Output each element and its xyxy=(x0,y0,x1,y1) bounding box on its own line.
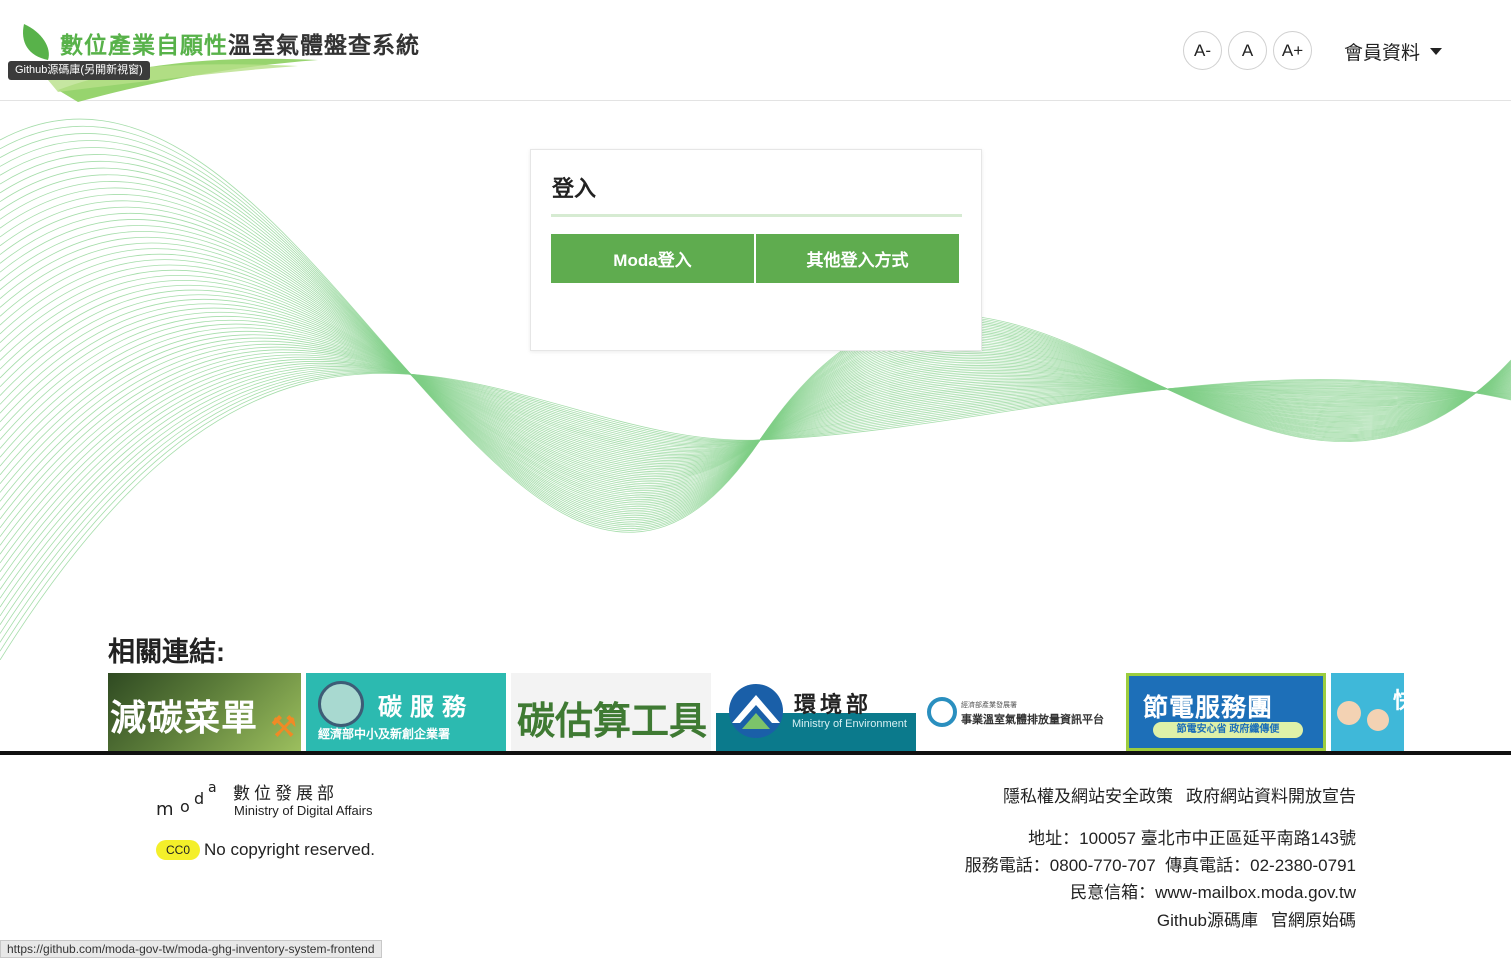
login-title: 登入 xyxy=(552,176,597,201)
github-tooltip: Github源碼庫(另開新視窗) xyxy=(8,61,150,80)
chevron-down-icon xyxy=(1430,48,1443,55)
site-header: 數位產業自願性溫室氣體盤查系統 Github源碼庫(另開新視窗) A- A A+… xyxy=(0,0,1511,102)
banner-emission-platform[interactable]: 經濟部產業發展署 事業溫室氣體排放量資訊平台 xyxy=(921,673,1121,751)
contact-info: 地址：100057 臺北市中正區延平南路143號 服務電話：0800-770-7… xyxy=(965,825,1356,906)
member-menu-dropdown[interactable]: 會員資料 xyxy=(1344,38,1443,65)
address-text: 地址：100057 臺北市中正區延平南路143號 xyxy=(1028,829,1356,848)
wave-line xyxy=(0,349,1511,529)
other-login-button[interactable]: 其他登入方式 xyxy=(756,234,959,283)
wave-line xyxy=(0,343,1511,511)
tools-icon: ⚒ xyxy=(270,711,297,744)
github-repo-link[interactable]: Github源碼庫 xyxy=(1157,906,1258,931)
banner-carbon-calculator[interactable]: 碳估算工具 xyxy=(511,673,711,751)
banner-label: 碳估算工具 xyxy=(517,701,708,743)
related-links-banners: 減碳菜單 ⚒ 碳服務 經濟部中小及新創企業署 碳估算工具 環境部 Ministr… xyxy=(108,673,1404,751)
font-decrease-button[interactable]: A- xyxy=(1183,31,1222,70)
source-code-link[interactable]: 官網原始碼 xyxy=(1271,906,1356,931)
banner-carbon-menu[interactable]: 減碳菜單 ⚒ xyxy=(108,673,301,751)
moda-login-button[interactable]: Moda登入 xyxy=(551,234,754,283)
wave-line xyxy=(0,358,1511,564)
site-title[interactable]: 數位產業自願性溫室氣體盤查系統 xyxy=(60,26,420,60)
banner-label: 減碳菜單 xyxy=(110,697,259,738)
site-title-green: 數位產業自願性 xyxy=(60,33,228,59)
mountain-logo-icon xyxy=(729,684,783,738)
member-menu-label: 會員資料 xyxy=(1344,43,1421,64)
login-divider xyxy=(551,214,962,217)
phone-fax-row: 服務電話：0800-770-707 傳真電話：02-2380-0791 xyxy=(965,852,1356,879)
font-normal-button[interactable]: A xyxy=(1228,31,1267,70)
mailbox-text: 民意信箱：www-mailbox.moda.gov.tw xyxy=(1070,883,1356,902)
banner-label: 快 xyxy=(1393,683,1404,715)
cc0-badge: CC0 xyxy=(156,840,200,860)
banner-subtitle: Ministry of Environment xyxy=(792,718,907,730)
status-bar-url: https://github.com/moda-gov-tw/moda-ghg-… xyxy=(0,940,382,958)
banner-subtitle: 節電安心省 政府纖傳便 xyxy=(1153,722,1303,738)
login-card: 登入 Moda登入 其他登入方式 xyxy=(530,149,982,351)
org-name: 數位發展部 xyxy=(233,784,338,803)
person-icon xyxy=(1367,709,1389,731)
banner-subtitle: 經濟部產業發展署 xyxy=(961,702,1017,709)
banner-subtitle: 經濟部中小及新創企業署 xyxy=(318,727,451,741)
privacy-policy-link[interactable]: 隱私權及網站安全政策 xyxy=(1003,782,1173,807)
svg-text:d: d xyxy=(194,789,204,808)
banner-carbon-service[interactable]: 碳服務 經濟部中小及新創企業署 xyxy=(306,673,506,751)
svg-text:a: a xyxy=(208,782,217,796)
open-data-link[interactable]: 政府網站資料開放宣告 xyxy=(1186,782,1356,807)
moda-logo-icon: m o d a xyxy=(156,782,217,818)
banner-label: 環境部 xyxy=(794,692,873,717)
related-links-title: 相關連結: xyxy=(108,637,225,667)
font-increase-button[interactable]: A+ xyxy=(1273,31,1312,70)
repo-links: Github源碼庫 官網原始碼 xyxy=(1157,906,1356,931)
banner-partial[interactable]: 快 xyxy=(1331,673,1404,751)
mascot-icon xyxy=(318,681,364,727)
person-icon xyxy=(1337,701,1361,725)
svg-text:o: o xyxy=(180,797,190,816)
wave-line xyxy=(0,371,1511,643)
banner-label: 節電服務團 xyxy=(1143,694,1274,722)
banner-power-saving[interactable]: 節電服務團 節電安心省 政府纖傳便 xyxy=(1126,673,1326,751)
banner-label: 事業溫室氣體排放量資訊平台 xyxy=(961,714,1104,726)
banner-label: 碳服務 xyxy=(378,694,474,721)
banner-ministry-environment[interactable]: 環境部 Ministry of Environment xyxy=(716,673,916,751)
site-title-dark: 溫室氣體盤查系統 xyxy=(228,33,420,59)
copyright-text: No copyright reserved. xyxy=(204,840,376,859)
policy-links: 隱私權及網站安全政策 政府網站資料開放宣告 xyxy=(1003,782,1356,807)
phone-text: 服務電話：0800-770-707 xyxy=(964,856,1156,875)
svg-text:m: m xyxy=(156,799,174,818)
emission-logo-icon xyxy=(927,697,957,727)
page: 數位產業自願性溫室氣體盤查系統 Github源碼庫(另開新視窗) A- A A+… xyxy=(0,0,1511,958)
fax-text: 傳真電話：02-2380-0791 xyxy=(1165,856,1356,875)
font-size-controls: A- A A+ xyxy=(1183,31,1312,70)
org-name-en: Ministry of Digital Affairs xyxy=(234,803,373,818)
